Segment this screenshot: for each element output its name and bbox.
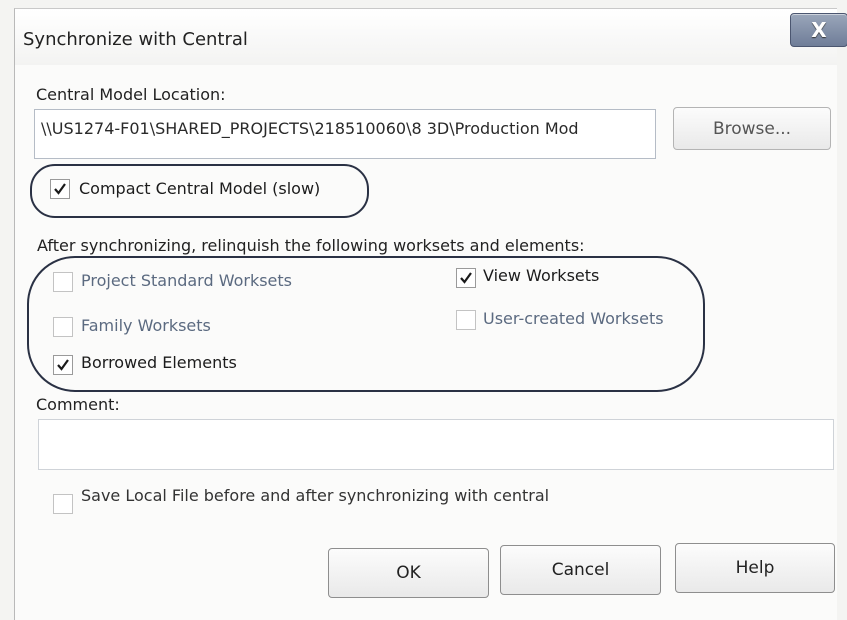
title-bar: Synchronize with Central X [15, 9, 847, 65]
user-created-worksets-label: User-created Worksets [483, 309, 664, 328]
comment-field[interactable] [38, 419, 834, 470]
compact-central-model-checkbox[interactable] [50, 179, 70, 199]
dialog-title: Synchronize with Central [23, 29, 248, 50]
save-local-file-checkbox[interactable] [53, 494, 73, 514]
project-standard-worksets-checkbox[interactable] [53, 272, 73, 292]
project-standard-worksets-label: Project Standard Worksets [81, 271, 293, 290]
borrowed-elements-checkbox[interactable] [53, 355, 73, 375]
view-worksets-checkbox[interactable] [456, 268, 476, 288]
user-created-worksets-checkbox[interactable] [456, 310, 476, 330]
borrowed-elements-label: Borrowed Elements [81, 353, 237, 372]
close-icon: X [811, 18, 827, 42]
checkmark-icon [54, 183, 66, 195]
family-worksets-checkbox[interactable] [53, 317, 73, 337]
synchronize-dialog: Synchronize with Central X Central Model… [14, 8, 847, 620]
cancel-button[interactable]: Cancel [500, 545, 661, 595]
browse-button[interactable]: Browse... [673, 107, 831, 150]
family-worksets-label: Family Worksets [81, 316, 211, 335]
checkmark-icon [460, 272, 472, 284]
close-button[interactable]: X [790, 13, 847, 47]
comment-label: Comment: [36, 395, 120, 414]
compact-central-model-label: Compact Central Model (slow) [79, 179, 321, 198]
checkmark-icon [57, 359, 69, 371]
save-local-file-label: Save Local File before and after synchro… [81, 486, 550, 505]
help-button[interactable]: Help [675, 543, 835, 593]
view-worksets-label: View Worksets [483, 266, 600, 285]
ok-button[interactable]: OK [328, 548, 489, 598]
central-model-path-field[interactable]: \\US1274-F01\SHARED_PROJECTS\218510060\8… [34, 109, 656, 159]
central-model-location-label: Central Model Location: [36, 85, 226, 104]
relinquish-heading: After synchronizing, relinquish the foll… [37, 236, 585, 255]
